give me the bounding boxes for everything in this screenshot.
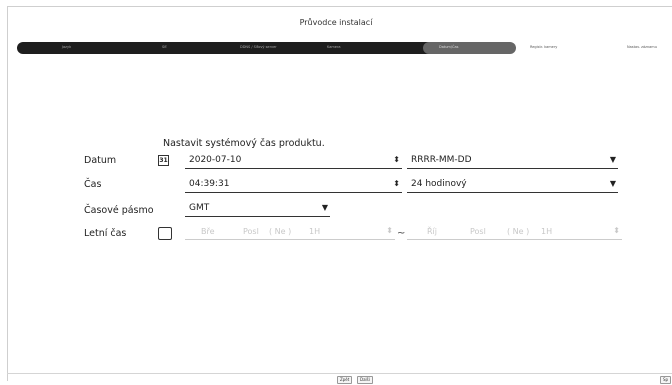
time-field[interactable]: 04:39:31 ⬍ bbox=[185, 177, 402, 193]
dst-start-month: Bře bbox=[201, 227, 215, 236]
footer-divider bbox=[7, 373, 672, 374]
dropdown-arrow-icon: ▼ bbox=[609, 179, 616, 188]
dst-end-day: ( Ne ) bbox=[507, 227, 530, 236]
next-button[interactable]: Další bbox=[357, 376, 373, 384]
time-value: 04:39:31 bbox=[189, 179, 230, 189]
spinner-icon: ⬍ bbox=[386, 226, 393, 235]
dst-end-field: Říj Posl ( Ne ) 1H ⬍ bbox=[407, 224, 622, 240]
range-separator: ~ bbox=[397, 228, 406, 239]
date-field[interactable]: 2020-07-10 ⬍ bbox=[185, 153, 402, 169]
time-format-value: 24 hodinový bbox=[411, 179, 467, 189]
date-label: Datum bbox=[84, 155, 117, 166]
dst-end-hour: 1H bbox=[541, 227, 553, 236]
date-format-select[interactable]: RRRR-MM-DD ▼ bbox=[407, 153, 618, 169]
dst-end-month: Říj bbox=[427, 227, 438, 236]
back-button[interactable]: Zpět bbox=[337, 376, 353, 384]
step-camera-registration[interactable]: Registr. kamery bbox=[530, 45, 557, 49]
dst-start-hour: 1H bbox=[309, 227, 321, 236]
dst-label: Letní čas bbox=[84, 228, 127, 239]
dst-start-day: ( Ne ) bbox=[269, 227, 292, 236]
wizard-frame bbox=[7, 6, 672, 381]
dst-start-week: Posl bbox=[243, 227, 259, 236]
dropdown-arrow-icon: ▼ bbox=[321, 203, 328, 212]
intro-text: Nastavit systémový čas produktu. bbox=[163, 138, 325, 149]
date-format-value: RRRR-MM-DD bbox=[411, 155, 472, 165]
date-value: 2020-07-10 bbox=[189, 155, 242, 165]
spinner-icon[interactable]: ⬍ bbox=[393, 153, 400, 167]
step-ddns[interactable]: DDNS / Síťový server bbox=[240, 45, 277, 49]
dst-checkbox[interactable] bbox=[158, 227, 172, 240]
calendar-icon[interactable]: 31 bbox=[158, 155, 169, 166]
dst-start-field: Bře Posl ( Ne ) 1H ⬍ bbox=[185, 224, 395, 240]
time-format-select[interactable]: 24 hodinový ▼ bbox=[407, 177, 618, 193]
step-camera[interactable]: Kamera bbox=[327, 45, 341, 49]
step-language[interactable]: Jazyk bbox=[62, 45, 71, 49]
timezone-select[interactable]: GMT ▼ bbox=[185, 201, 330, 217]
dst-end-week: Posl bbox=[470, 227, 486, 236]
spinner-icon: ⬍ bbox=[613, 226, 620, 235]
timezone-value: GMT bbox=[189, 203, 210, 213]
time-label: Čas bbox=[84, 179, 102, 190]
step-network[interactable]: Síť bbox=[162, 45, 167, 49]
step-recording-setup[interactable]: Nastav. záznamu bbox=[627, 45, 657, 49]
step-progress-bar: Jazyk Síť DDNS / Síťový server Kamera Da… bbox=[17, 42, 672, 54]
step-date-time[interactable]: Datum/Čas bbox=[439, 45, 458, 49]
skip-button[interactable]: Sp bbox=[660, 376, 672, 384]
window-title: Průvodce instalací bbox=[299, 18, 373, 27]
timezone-label: Časové pásmo bbox=[84, 205, 154, 216]
spinner-icon[interactable]: ⬍ bbox=[393, 177, 400, 191]
dropdown-arrow-icon: ▼ bbox=[609, 155, 616, 164]
step-current-highlight bbox=[423, 42, 516, 54]
